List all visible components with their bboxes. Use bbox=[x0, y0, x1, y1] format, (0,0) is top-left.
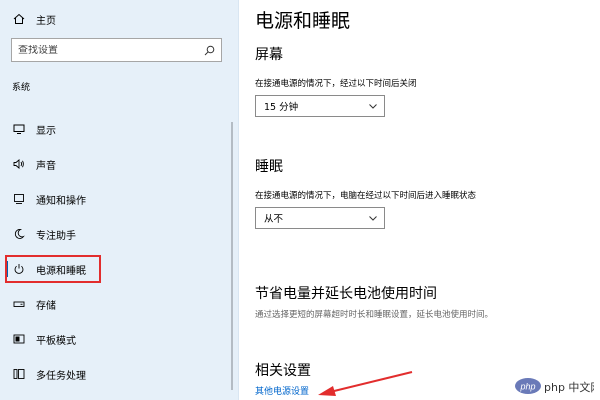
battery-description: 通过选择更短的屏幕超时时长和睡眠设置，延长电池使用时间。 bbox=[255, 310, 494, 320]
sidebar-item-label: 声音 bbox=[36, 160, 56, 172]
search-icon[interactable] bbox=[203, 44, 215, 56]
sidebar-item-label: 专注助手 bbox=[36, 230, 76, 242]
notification-icon bbox=[12, 192, 26, 206]
screen-heading: 屏幕 bbox=[255, 47, 283, 63]
screen-description: 在接通电源的情况下，经过以下时间后关闭 bbox=[255, 79, 417, 89]
annotation-highlight-box bbox=[5, 255, 101, 283]
sidebar-item-notifications[interactable]: 通知和操作 bbox=[0, 189, 236, 209]
chevron-down-icon bbox=[368, 101, 378, 111]
sidebar-item-storage[interactable]: 存储 bbox=[0, 294, 236, 314]
screen-timeout-value: 15 分钟 bbox=[264, 102, 299, 113]
home-icon bbox=[12, 12, 26, 26]
speaker-icon bbox=[12, 157, 26, 171]
sidebar-item-tablet-mode[interactable]: 平板模式 bbox=[0, 329, 236, 349]
sidebar-item-display[interactable]: 显示 bbox=[0, 119, 236, 139]
sidebar-item-label: 存储 bbox=[36, 300, 56, 312]
watermark: php php 中文网 bbox=[514, 376, 594, 396]
storage-icon bbox=[12, 297, 26, 311]
chevron-down-icon bbox=[368, 213, 378, 223]
multitask-icon bbox=[12, 367, 26, 381]
search-box[interactable] bbox=[11, 38, 222, 62]
home-label: 主页 bbox=[36, 15, 56, 27]
sidebar-item-focus-assist[interactable]: 专注助手 bbox=[0, 224, 236, 244]
monitor-icon bbox=[12, 122, 26, 136]
related-settings-heading: 相关设置 bbox=[255, 363, 311, 379]
home-nav-item[interactable]: 主页 bbox=[12, 10, 56, 28]
main-content: 电源和睡眠 屏幕 在接通电源的情况下，经过以下时间后关闭 15 分钟 睡眠 在接… bbox=[239, 0, 600, 400]
sleep-description: 在接通电源的情况下，电脑在经过以下时间后进入睡眠状态 bbox=[255, 191, 477, 201]
sidebar: 主页 系统 显示 声音 通知和操作 bbox=[0, 0, 238, 400]
sleep-timeout-dropdown[interactable]: 从不 bbox=[255, 207, 385, 229]
sidebar-item-sound[interactable]: 声音 bbox=[0, 154, 236, 174]
svg-text:php: php bbox=[519, 382, 535, 392]
sleep-heading: 睡眠 bbox=[255, 159, 283, 175]
additional-power-settings-link[interactable]: 其他电源设置 bbox=[255, 384, 309, 397]
screen-timeout-dropdown[interactable]: 15 分钟 bbox=[255, 95, 385, 117]
sidebar-item-multitasking[interactable]: 多任务处理 bbox=[0, 364, 236, 384]
sidebar-item-label: 显示 bbox=[36, 125, 56, 137]
section-label-system: 系统 bbox=[12, 83, 31, 93]
sidebar-scrollbar[interactable] bbox=[231, 122, 233, 390]
moon-icon bbox=[12, 227, 26, 241]
page-title: 电源和睡眠 bbox=[255, 10, 351, 32]
search-input[interactable] bbox=[18, 44, 203, 56]
sidebar-item-label: 通知和操作 bbox=[36, 195, 86, 207]
tablet-icon bbox=[12, 332, 26, 346]
sidebar-item-label: 多任务处理 bbox=[36, 370, 86, 382]
sidebar-item-label: 平板模式 bbox=[36, 335, 76, 347]
sleep-timeout-value: 从不 bbox=[264, 214, 284, 225]
battery-heading: 节省电量并延长电池使用时间 bbox=[255, 286, 437, 302]
watermark-text: php 中文网 bbox=[544, 381, 594, 394]
